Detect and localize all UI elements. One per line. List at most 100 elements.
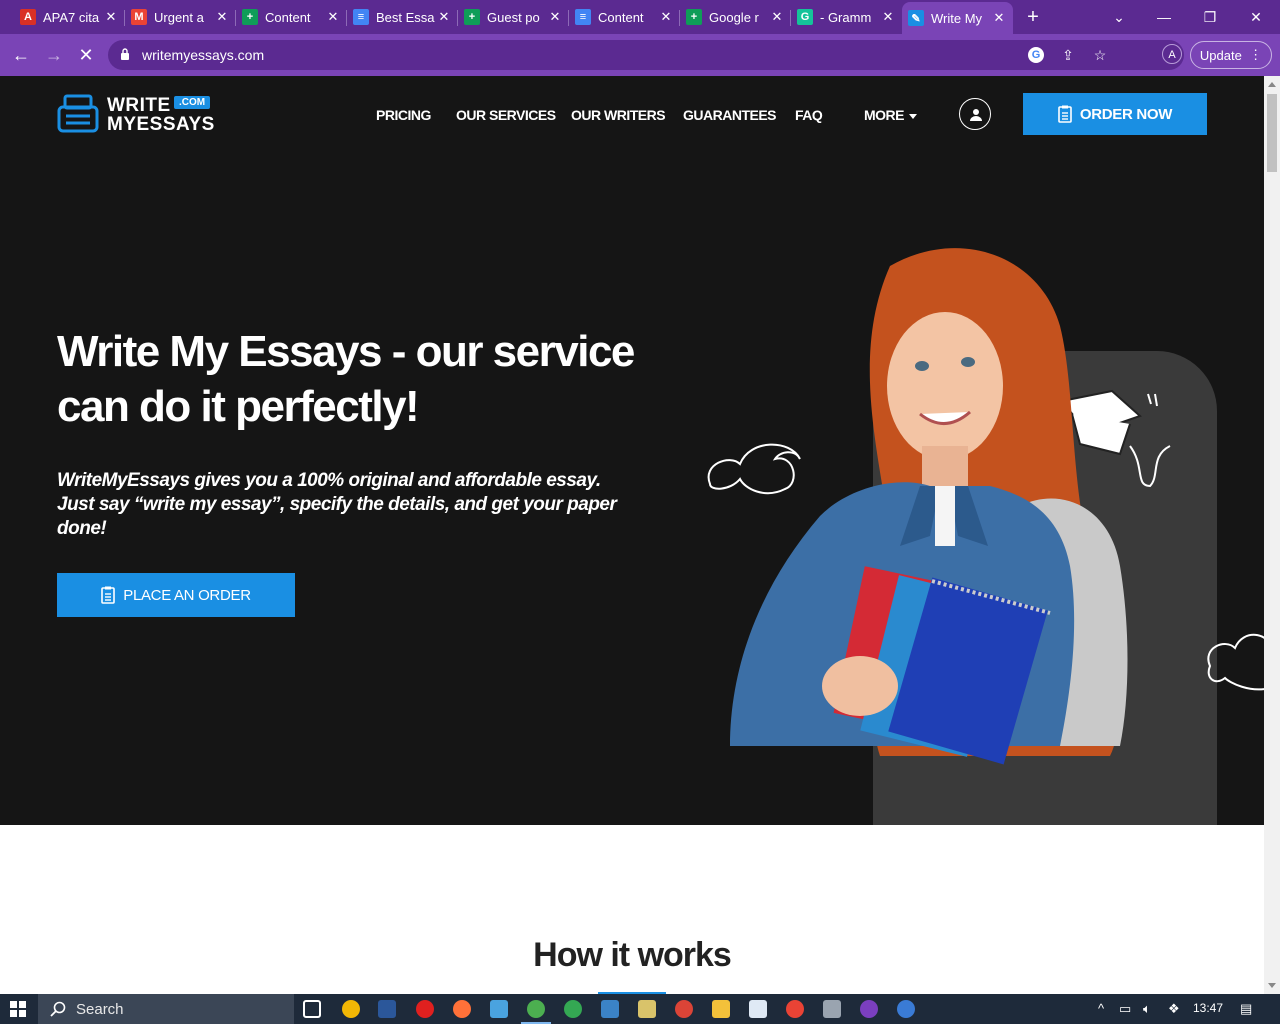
gmail-icon: M [131,9,147,25]
scroll-up-arrow-icon[interactable] [1268,82,1276,87]
share-icon[interactable]: ⇪ [1060,47,1076,63]
remote-desktop-icon[interactable] [490,1000,508,1018]
place-order-button[interactable]: PLACE AN ORDER [57,573,295,617]
forward-button[interactable]: → [42,43,66,67]
tab-title: Content [598,9,644,25]
tor-browser-icon[interactable] [860,1000,878,1018]
clipboard-icon [1058,105,1072,123]
tab-separator [679,10,680,26]
file-explorer-icon[interactable] [712,1000,730,1018]
order-now-button[interactable]: ORDER NOW [1023,93,1207,135]
tab-title: Content [265,9,311,25]
tab-close-icon[interactable]: ✕ [880,9,896,25]
tab-strip: A APA7 cita ✕ M Urgent a ✕ + Content ✕ ≡ Best Essa… [0,0,1280,34]
account-button[interactable] [959,98,991,130]
tab-close-icon[interactable]: ✕ [658,9,674,25]
tab-close-icon[interactable]: ✕ [103,9,119,25]
nav-faq[interactable]: FAQ [795,107,823,123]
hero-title: Write My Essays - our service can do it … [57,327,635,431]
lightbulb-icon[interactable] [638,1000,656,1018]
firefox-icon[interactable] [453,1000,471,1018]
chrome-canary-icon[interactable] [342,1000,360,1018]
minimize-button[interactable]: — [1141,0,1187,34]
lock-icon [121,48,129,60]
nav-guarantees[interactable]: GUARANTEES [683,107,777,123]
calculator-icon[interactable] [823,1000,841,1018]
tab-search-icon[interactable]: ⌄ [1096,0,1142,34]
clipboard-icon [101,586,116,604]
taskbar-clock[interactable]: 13:47 [1193,1001,1223,1015]
google-lens-icon[interactable]: G [1028,47,1044,63]
browser-tab[interactable]: + Content ✕ [236,4,347,30]
browser-tab[interactable]: ≡ Best Essa ✕ [347,4,458,30]
notification-center-icon[interactable]: ▤ [1240,1001,1252,1017]
page-scrollbar[interactable] [1264,76,1280,994]
close-window-button[interactable]: ✕ [1233,0,1279,34]
tab-title: Guest po [487,9,540,25]
cloud-right-icon [1207,633,1264,691]
network-icon[interactable]: ▭ [1119,1001,1131,1017]
nav-our-writers[interactable]: OUR WRITERS [571,107,666,123]
back-button[interactable]: ← [9,43,33,67]
app-badge-icon[interactable] [897,1000,915,1018]
word-icon[interactable] [378,1000,396,1018]
contacts-card-icon[interactable] [601,1000,619,1018]
tab-close-icon[interactable]: ✕ [325,9,341,25]
browser-toolbar: ← → ✕ writemyessays.com G ⇪ ☆ ▣ [0,34,1280,97]
site-logo[interactable]: WRITE .COM MYESSAYS [57,94,217,136]
chrome-profile-icon[interactable] [564,1000,582,1018]
nav-more[interactable]: MORE [864,107,917,123]
browser-tab[interactable]: M Urgent a ✕ [125,4,236,30]
grammarly-icon: G [797,9,813,25]
browser-tab[interactable]: ≡ Content ✕ [569,4,680,30]
bookmark-star-icon[interactable]: ☆ [1092,47,1108,63]
sheets-icon: + [464,9,480,25]
web-page: WRITE .COM MYESSAYS PRICING OUR SERVICES… [0,76,1264,994]
taskbar-search-placeholder: Search [76,1000,124,1018]
scrollbar-thumb[interactable] [1267,94,1277,172]
hero-subtitle: WriteMyEssays gives you a 100% original … [57,470,617,539]
url-text: writemyessays.com [142,47,265,63]
chrome-third-icon[interactable] [786,1000,804,1018]
cloud-left-icon [707,443,801,495]
tab-separator [457,10,458,26]
volume-icon[interactable]: 🔈︎ [1143,1001,1151,1017]
tab-close-icon[interactable]: ✕ [214,9,230,25]
tab-separator [790,10,791,26]
chrome-alt-icon[interactable] [675,1000,693,1018]
nav-pricing[interactable]: PRICING [376,107,431,123]
update-label: Update [1199,47,1242,63]
profile-avatar[interactable]: A [1162,44,1182,64]
address-bar[interactable]: writemyessays.com G ⇪ ☆ [108,40,1184,70]
tab-separator [568,10,569,26]
opera-icon[interactable] [416,1000,434,1018]
student-illustration [707,248,1264,765]
notepad-icon[interactable] [749,1000,767,1018]
place-order-label: PLACE AN ORDER [123,586,251,604]
user-icon [970,109,982,121]
nav-our-services[interactable]: OUR SERVICES [456,107,556,123]
tab-close-icon[interactable]: ✕ [436,9,452,25]
stop-loading-button[interactable]: ✕ [74,43,98,67]
update-button[interactable]: Update ⋮ [1190,41,1272,69]
browser-tab[interactable]: G - Gramm ✕ [791,4,902,30]
tab-close-icon[interactable]: ✕ [991,10,1007,26]
dropbox-icon[interactable]: ❖ [1168,1001,1180,1017]
tab-close-icon[interactable]: ✕ [547,9,563,25]
taskbar-search[interactable]: Search [38,994,294,1024]
tab-title: Write My [931,10,983,26]
start-button[interactable] [0,994,36,1024]
tab-title: APA7 cita [43,9,100,25]
browser-tab[interactable]: + Google r ✕ [680,4,791,30]
scroll-down-arrow-icon[interactable] [1268,983,1276,988]
chrome-active-icon[interactable] [521,1000,551,1024]
tab-close-icon[interactable]: ✕ [769,9,785,25]
restore-button[interactable]: ❐ [1187,0,1233,34]
new-tab-button[interactable]: + [1022,6,1044,28]
browser-tab[interactable]: ✎ Write My ✕ [902,2,1013,34]
task-view-icon[interactable] [303,1000,321,1018]
logo-word-myessays: MYESSAYS [107,114,215,135]
browser-tab[interactable]: A APA7 cita ✕ [14,4,125,30]
show-hidden-icons-chevron-icon[interactable]: ^ [1098,1001,1104,1016]
browser-tab[interactable]: + Guest po ✕ [458,4,569,30]
